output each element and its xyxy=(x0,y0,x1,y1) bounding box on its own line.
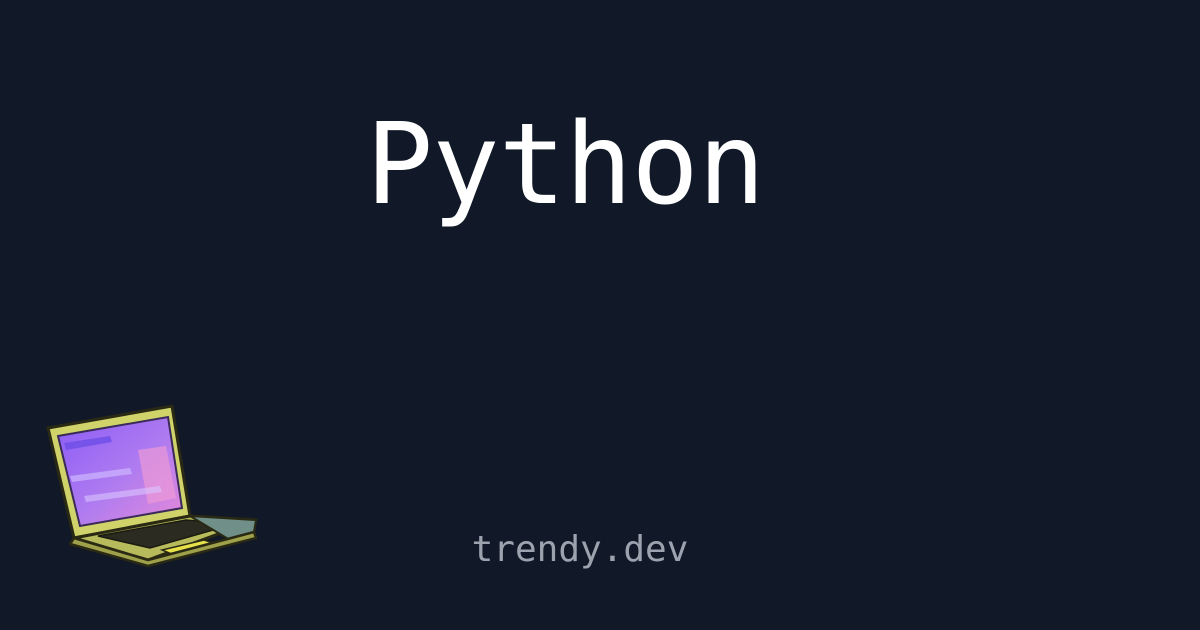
page-title: Python xyxy=(365,100,766,230)
site-domain: trendy.dev xyxy=(471,529,689,570)
